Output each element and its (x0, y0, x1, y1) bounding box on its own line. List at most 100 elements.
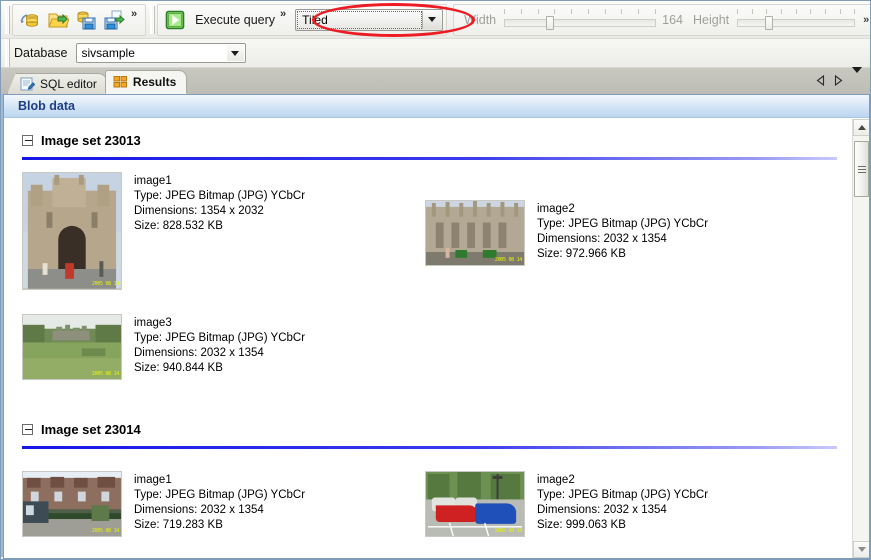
image-item[interactable]: 2005 08 14 image3 Type: JPEG Bitmap (JPG… (22, 314, 425, 380)
toolbar-overflow-chevron[interactable]: » (855, 14, 871, 26)
vertical-scrollbar[interactable] (852, 119, 869, 558)
main-toolbar: » Execute query » Tiled Width (1, 1, 871, 39)
play-icon[interactable] (161, 7, 189, 33)
query-toolbar-group: Execute query » Tiled (157, 4, 447, 36)
application-window: » Execute query » Tiled Width (0, 0, 871, 560)
width-slider[interactable] (504, 9, 656, 31)
image-dimensions: Dimensions: 1354 x 2032 (134, 204, 305, 219)
height-slider-thumb[interactable] (765, 16, 773, 30)
width-label: Width (460, 13, 504, 27)
view-mode-combobox[interactable]: Tiled (295, 9, 443, 31)
tab-navigation (816, 73, 871, 94)
image-item[interactable]: 2005 08 14 image2 Type: JPEG Bitmap (JPG… (425, 172, 828, 290)
scroll-down-arrow[interactable] (853, 541, 870, 558)
collapse-toggle-icon[interactable] (22, 135, 33, 146)
image-set-title: Image set 23014 (41, 422, 141, 437)
execute-query-label[interactable]: Execute query (189, 13, 277, 27)
view-mode-value: Tiled (296, 13, 328, 27)
results-grid-icon (113, 75, 128, 89)
image-item[interactable]: 2005 08 14 image1 Type: JPEG Bitmap (JPG… (22, 471, 425, 537)
image-dimensions: Dimensions: 2032 x 1354 (537, 232, 708, 247)
file-toolbar-overflow-chevron[interactable]: » (128, 9, 142, 20)
blob-data-header: Blob data (4, 95, 869, 118)
date-stamp: 2005 08 14 (92, 281, 119, 287)
image-metadata: image2 Type: JPEG Bitmap (JPG) YCbCr Dim… (525, 200, 708, 262)
image-dimensions: Dimensions: 2032 x 1354 (134, 346, 305, 361)
image-size: Size: 972.966 KB (537, 247, 708, 262)
image-type: Type: JPEG Bitmap (JPG) YCbCr (134, 189, 305, 204)
database-bar-grip[interactable] (5, 39, 10, 67)
image-type: Type: JPEG Bitmap (JPG) YCbCr (537, 488, 708, 503)
width-slider-thumb[interactable] (546, 16, 554, 30)
image-set-title: Image set 23013 (41, 133, 141, 148)
thumbnail-artwork (23, 472, 121, 537)
collapse-toggle-icon[interactable] (22, 424, 33, 435)
save-file-icon[interactable] (100, 7, 128, 33)
tab-sql-editor-label: SQL editor (40, 77, 97, 91)
image-name: image3 (134, 316, 305, 331)
scroll-up-arrow[interactable] (853, 119, 870, 136)
thumbnail-artwork (23, 173, 121, 289)
thumbnail-artwork (426, 472, 524, 537)
scroll-thumb[interactable] (854, 141, 869, 197)
size-slider-group: Width 164 Height » (453, 4, 871, 36)
image-item[interactable]: 2005 08 14 image1 Type: JPEG Bitmap (JPG… (22, 172, 425, 290)
height-slider-track[interactable] (737, 19, 855, 27)
database-bar: Database sivsample (1, 39, 871, 68)
sql-editor-icon (20, 77, 35, 91)
date-stamp: 2005 08 14 (495, 528, 522, 534)
image-size: Size: 940.844 KB (134, 361, 305, 376)
scroll-thumb-grip (858, 164, 866, 175)
image-metadata: image2 Type: JPEG Bitmap (JPG) YCbCr Dim… (525, 471, 708, 537)
next-tab-arrow[interactable] (834, 73, 843, 91)
results-pane: Blob data Image set 23013 (3, 94, 870, 559)
height-slider[interactable] (737, 9, 855, 31)
database-value: sivsample (77, 46, 135, 60)
image-grid: 2005 08 14 image1 Type: JPEG Bitmap (JPG… (4, 449, 840, 549)
file-toolbar-group: » (12, 4, 146, 36)
image-set-header[interactable]: Image set 23014 (4, 408, 840, 438)
tab-list-dropdown[interactable] (852, 73, 862, 91)
connect-database-icon[interactable] (16, 7, 44, 33)
toolbar-grip-1[interactable] (5, 6, 10, 34)
image-metadata: image1 Type: JPEG Bitmap (JPG) YCbCr Dim… (122, 172, 305, 290)
image-name: image1 (134, 174, 305, 189)
image-dimensions: Dimensions: 2032 x 1354 (134, 503, 305, 518)
results-scroll-body[interactable]: Image set 23013 (4, 119, 869, 558)
image-thumbnail[interactable]: 2005 08 14 (425, 200, 525, 266)
date-stamp: 2005 08 14 (495, 257, 522, 263)
width-slider-track[interactable] (504, 19, 656, 27)
image-size: Size: 999.063 KB (537, 518, 708, 533)
save-to-database-icon[interactable] (72, 7, 100, 33)
image-thumbnail[interactable]: 2005 08 14 (22, 172, 122, 290)
tab-sql-editor[interactable]: SQL editor (7, 73, 108, 94)
image-size: Size: 828.532 KB (134, 219, 305, 234)
image-thumbnail[interactable]: 2005 08 14 (425, 471, 525, 537)
image-set-group: Image set 23013 (4, 119, 840, 392)
date-stamp: 2005 08 14 (92, 528, 119, 534)
tab-strip: SQL editor Results (1, 68, 871, 94)
image-name: image1 (134, 473, 305, 488)
image-dimensions: Dimensions: 2032 x 1354 (537, 503, 708, 518)
date-stamp: 2005 08 14 (92, 371, 119, 377)
tab-results-label: Results (133, 75, 176, 89)
width-value: 164 (656, 13, 689, 27)
query-toolbar-overflow-chevron[interactable]: » (277, 9, 291, 20)
image-name: image2 (537, 473, 708, 488)
chevron-down-icon[interactable] (422, 11, 441, 29)
image-set-header[interactable]: Image set 23013 (4, 119, 840, 149)
height-label: Height (689, 13, 737, 27)
chevron-down-icon[interactable] (227, 45, 244, 61)
toolbar-grip-2[interactable] (150, 6, 155, 34)
tab-results[interactable]: Results (105, 70, 187, 94)
thumbnail-artwork (426, 201, 524, 266)
height-slider-ticks (737, 9, 855, 16)
image-thumbnail[interactable]: 2005 08 14 (22, 314, 122, 380)
open-folder-icon[interactable] (44, 7, 72, 33)
image-thumbnail[interactable]: 2005 08 14 (22, 471, 122, 537)
image-item[interactable]: 2005 08 14 image2 Type: JPEG Bitmap (JPG… (425, 471, 828, 537)
prev-tab-arrow[interactable] (816, 73, 825, 91)
database-combobox[interactable]: sivsample (76, 43, 246, 63)
image-type: Type: JPEG Bitmap (JPG) YCbCr (134, 331, 305, 346)
image-metadata: image3 Type: JPEG Bitmap (JPG) YCbCr Dim… (122, 314, 305, 380)
